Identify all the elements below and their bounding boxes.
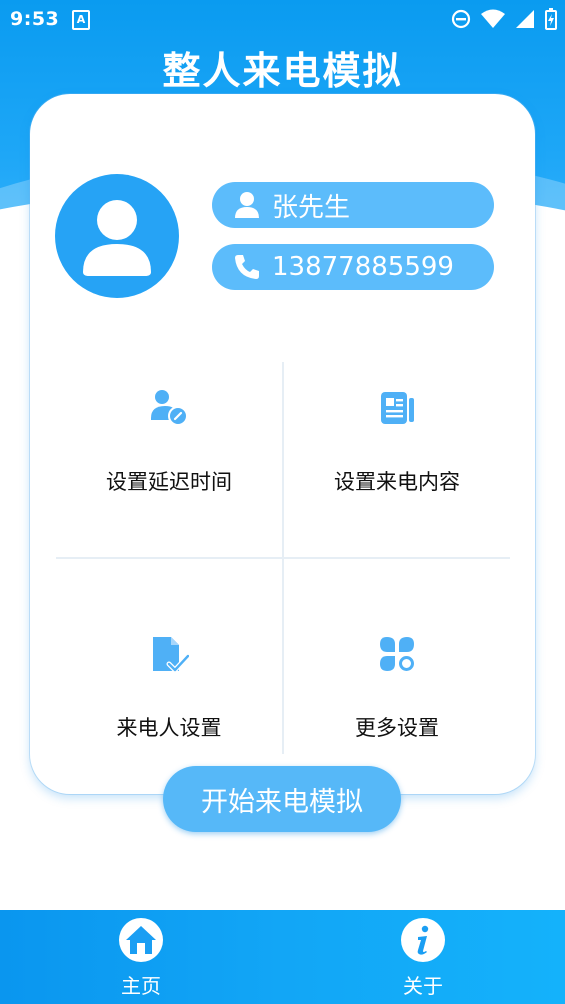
nav-item-about[interactable]: 关于 — [363, 918, 483, 999]
file-edit-icon — [149, 632, 189, 676]
caller-name: 张先生 — [272, 192, 351, 223]
page-title: 整人来电模拟 — [162, 49, 403, 93]
user-clock-icon — [149, 386, 189, 430]
wifi-icon — [481, 9, 505, 28]
nav-label-home: 主页 — [121, 974, 161, 998]
caller-name-field[interactable]: 张先生 — [212, 182, 494, 228]
set-delay-label: 设置延迟时间 — [106, 470, 232, 494]
apps-icon — [377, 632, 417, 676]
caller-card: 张先生 13877885599 设置延迟时间 设置来电内容 来电人设置 更多设置 — [30, 94, 535, 794]
nav-label-about: 关于 — [403, 974, 443, 998]
start-simulation-button[interactable]: 开始来电模拟 — [163, 766, 401, 832]
battery-icon — [545, 8, 557, 30]
avatar[interactable] — [55, 174, 179, 298]
do-not-disturb-icon — [451, 9, 471, 29]
more-settings-label: 更多设置 — [355, 716, 439, 740]
document-icon — [379, 386, 415, 430]
set-delay-button[interactable]: 设置延迟时间 — [56, 364, 282, 554]
phone-icon — [232, 253, 262, 281]
caller-phone-field[interactable]: 13877885599 — [212, 244, 494, 290]
set-call-content-button[interactable]: 设置来电内容 — [284, 364, 510, 554]
grid-divider-horizontal — [56, 557, 510, 559]
notification-icon: A — [72, 10, 90, 30]
info-icon — [401, 918, 445, 962]
status-icons — [451, 8, 557, 30]
user-icon — [232, 191, 262, 219]
person-icon — [83, 200, 151, 276]
status-time: 9:53 — [10, 8, 60, 30]
bottom-nav: 主页 关于 — [0, 910, 565, 1004]
signal-icon — [516, 10, 534, 28]
status-bar: 9:53 A — [0, 0, 565, 38]
caller-phone: 13877885599 — [272, 252, 454, 282]
set-call-content-label: 设置来电内容 — [334, 470, 460, 494]
nav-item-home[interactable]: 主页 — [81, 918, 201, 999]
home-icon — [119, 918, 163, 962]
caller-settings-label: 来电人设置 — [116, 716, 222, 740]
